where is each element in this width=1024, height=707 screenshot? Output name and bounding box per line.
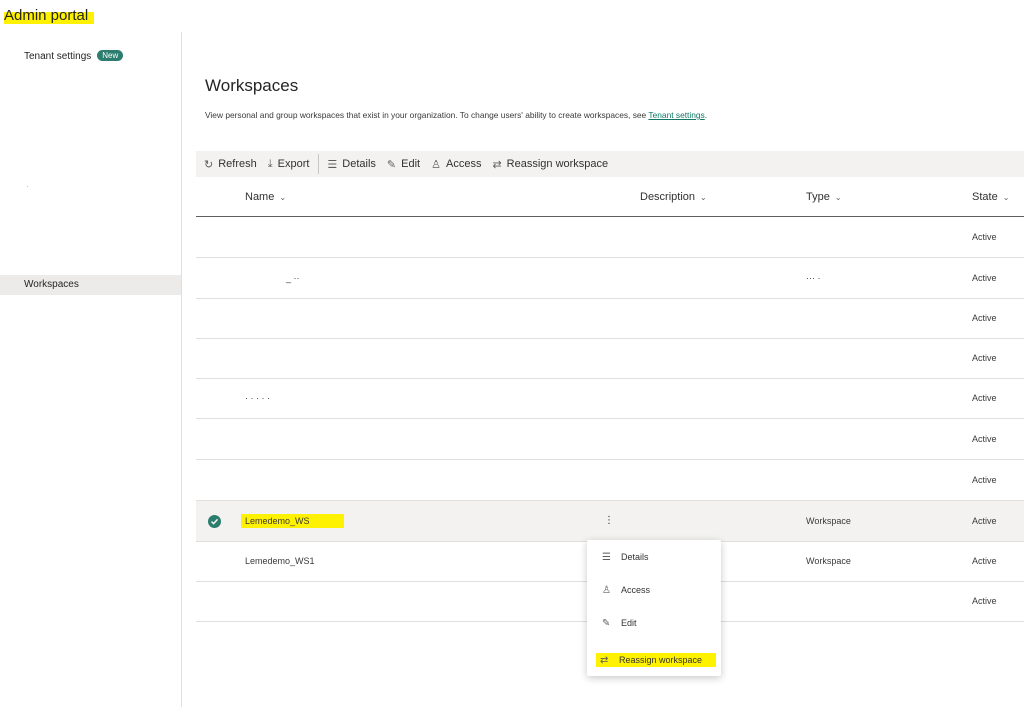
sidebar-item-label: Tenant settings: [24, 51, 92, 62]
sidebar-item-workspaces[interactable]: Workspaces: [0, 275, 181, 295]
description-end: .: [704, 110, 708, 120]
menu-item-label: Access: [621, 585, 651, 595]
column-header-type[interactable]: Type ⌄: [806, 178, 842, 217]
row-state: Active: [972, 596, 997, 606]
person-icon: ♙: [431, 158, 441, 171]
details-button[interactable]: ☰ Details: [327, 158, 376, 171]
pencil-icon: ✎: [602, 618, 611, 629]
sidebar: Tenant settings New · Workspaces: [0, 32, 182, 707]
list-icon: ☰: [327, 158, 338, 171]
row-name: Lemedemo_WS: [241, 501, 344, 541]
sidebar-item-label: ·: [26, 182, 29, 191]
toolbar: ↻ Refresh ⤓ Export ☰ Details ✎ Edit ♙ Access …: [196, 151, 1024, 177]
sidebar-item-hidden[interactable]: ·: [0, 177, 181, 197]
description-text: View personal and group workspaces that …: [205, 110, 649, 120]
row-state: Active: [972, 393, 997, 403]
refresh-icon: ↻: [204, 158, 214, 171]
reassign-icon: ⇄: [492, 158, 502, 171]
chevron-down-icon: ⌄: [700, 193, 707, 202]
row-state: Active: [972, 232, 997, 242]
column-header-description[interactable]: Description ⌄: [640, 178, 707, 217]
row-name: · · · · ·: [245, 393, 270, 403]
column-header-label: Type: [806, 191, 830, 203]
column-header-state[interactable]: State ⌄: [972, 178, 1009, 217]
person-icon: ♙: [602, 585, 611, 596]
new-badge: New: [97, 50, 124, 61]
download-icon: ⤓: [267, 157, 273, 170]
edit-button[interactable]: ✎ Edit: [387, 158, 420, 171]
row-state: Active: [972, 475, 997, 485]
row-name-text: Lemedemo_WS: [241, 514, 344, 528]
column-header-label: Description: [640, 191, 696, 203]
column-header-label: Name: [245, 191, 275, 203]
table-row[interactable]: _ ·· ··· · Active: [196, 258, 1024, 299]
export-label: Export: [277, 158, 310, 170]
page-description: View personal and group workspaces that …: [205, 110, 707, 120]
list-icon: ☰: [602, 552, 611, 563]
menu-item-label: Details: [621, 552, 649, 562]
tenant-settings-link[interactable]: Tenant settings: [648, 110, 704, 120]
more-options-icon[interactable]: ⋮: [604, 501, 614, 541]
row-name: Lemedemo_WS1: [245, 556, 315, 566]
refresh-button[interactable]: ↻ Refresh: [204, 158, 257, 171]
row-state: Active: [972, 434, 997, 444]
row-state: Active: [972, 516, 997, 526]
row-state: Active: [972, 313, 997, 323]
export-button[interactable]: ⤓ Export: [268, 158, 310, 171]
column-header-label: State: [972, 191, 998, 203]
sidebar-item-tenant-settings[interactable]: Tenant settings New: [0, 47, 181, 67]
row-state: Active: [972, 353, 997, 363]
chevron-down-icon: ⌄: [279, 193, 287, 202]
row-context-menu: ☰ Details ♙ Access ✎ Edit ⇄ Reassign workspa…: [587, 540, 721, 676]
table-row[interactable]: Active: [196, 298, 1024, 339]
sidebar-item-label: Workspaces: [24, 279, 79, 290]
row-type: Workspace: [806, 516, 851, 526]
table-row[interactable]: Active: [196, 338, 1024, 379]
reassign-workspace-button[interactable]: ⇄ Reassign workspace: [492, 158, 608, 171]
column-header-name[interactable]: Name ⌄: [245, 178, 286, 217]
details-label: Details: [342, 158, 376, 170]
checkmark-icon[interactable]: [208, 515, 221, 528]
menu-item-label: Reassign workspace: [619, 655, 703, 665]
row-type: ··· ·: [806, 273, 821, 283]
row-state: Active: [972, 556, 997, 566]
row-type: Workspace: [806, 556, 851, 566]
menu-item-edit[interactable]: ✎ Edit: [587, 608, 721, 638]
table-row[interactable]: Active: [196, 217, 1024, 258]
menu-item-details[interactable]: ☰ Details: [587, 542, 721, 572]
row-name: _ ··: [286, 273, 300, 283]
reassign-icon: ⇄: [600, 655, 609, 666]
menu-item-reassign-workspace[interactable]: ⇄ Reassign workspace: [587, 645, 721, 675]
refresh-label: Refresh: [218, 158, 257, 170]
access-button[interactable]: ♙ Access: [431, 158, 481, 171]
toolbar-divider: [318, 154, 320, 174]
reassign-label: Reassign workspace: [506, 158, 609, 170]
menu-item-label: Edit: [621, 618, 637, 628]
table-row[interactable]: Active: [196, 419, 1024, 460]
access-label: Access: [445, 158, 482, 170]
page-title: Workspaces: [205, 76, 299, 95]
table-row-selected[interactable]: Lemedemo_WS ⋮ Workspace Active: [196, 501, 1024, 542]
menu-item-access[interactable]: ♙ Access: [587, 575, 721, 605]
table-row[interactable]: · · · · · Active: [196, 378, 1024, 419]
menu-item-highlight: ⇄ Reassign workspace: [596, 653, 717, 667]
chevron-down-icon: ⌄: [834, 193, 842, 202]
app-title: Admin portal: [4, 7, 95, 24]
chevron-down-icon: ⌄: [1002, 193, 1010, 202]
pencil-icon: ✎: [386, 158, 397, 171]
row-state: Active: [972, 273, 997, 283]
table-row[interactable]: Active: [196, 460, 1024, 501]
edit-label: Edit: [401, 158, 421, 170]
